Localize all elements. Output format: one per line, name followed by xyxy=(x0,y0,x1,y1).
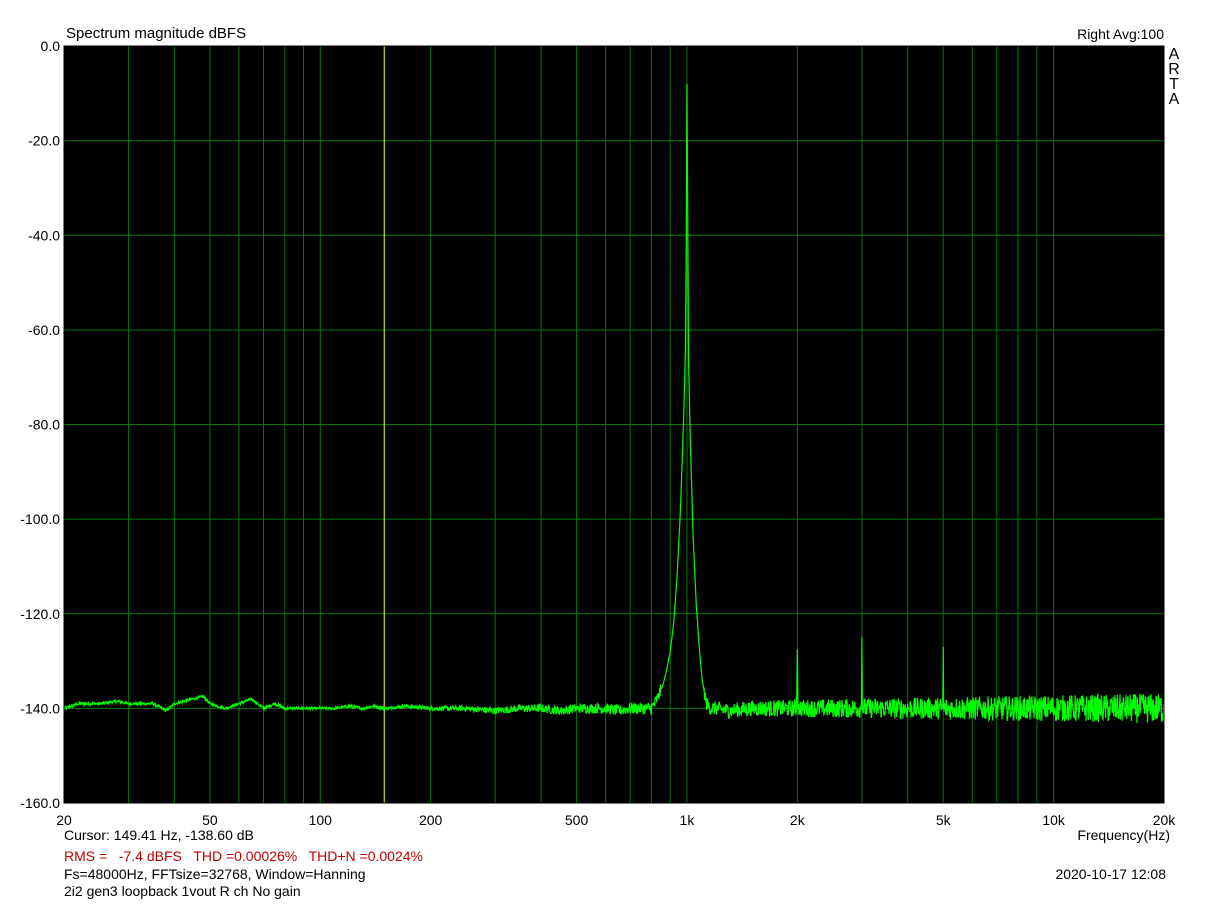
x-axis-tick-labels: 20 50 100 200 500 1k 2k 5k 10k 20k xyxy=(56,812,1176,828)
y-tick-label: -80.0 xyxy=(28,417,60,433)
y-tick-label: -120.0 xyxy=(20,606,60,622)
x-tick-label: 50 xyxy=(202,812,218,828)
x-tick-label: 20k xyxy=(1153,812,1177,828)
x-tick-label: 10k xyxy=(1042,812,1066,828)
y-tick-label: -40.0 xyxy=(28,227,60,243)
x-tick-label: 100 xyxy=(309,812,333,828)
x-tick-label: 20 xyxy=(56,812,72,828)
x-tick-label: 500 xyxy=(565,812,589,828)
x-tick-label: 2k xyxy=(790,812,806,828)
cursor-readout: Cursor: 149.41 Hz, -138.60 dB xyxy=(64,827,254,843)
y-axis-tick-labels: 0.0 -20.0 -40.0 -60.0 -80.0 -100.0 -120.0 -140.… xyxy=(20,38,60,811)
x-tick-label: 200 xyxy=(419,812,443,828)
spectrum-chart[interactable]: 0.0 -20.0 -40.0 -60.0 -80.0 -100.0 -120.0 -140.… xyxy=(0,0,1228,904)
measurement-datetime: 2020-10-17 12:08 xyxy=(1055,866,1166,882)
x-axis-label: Frequency(Hz) xyxy=(1077,827,1170,843)
measurement-note: 2i2 gen3 loopback 1vout R ch No gain xyxy=(64,883,301,899)
y-tick-label: -160.0 xyxy=(20,795,60,811)
y-tick-label: -100.0 xyxy=(20,511,60,527)
x-tick-label: 5k xyxy=(936,812,952,828)
y-tick-label: -20.0 xyxy=(28,133,60,149)
fft-settings: Fs=48000Hz, FFTsize=32768, Window=Hannin… xyxy=(64,866,366,882)
x-tick-label: 1k xyxy=(680,812,696,828)
y-tick-label: -140.0 xyxy=(20,700,60,716)
y-tick-label: 0.0 xyxy=(41,38,61,54)
measurement-summary: RMS = -7.4 dBFS THD =0.00026% THD+N =0.0… xyxy=(64,848,423,864)
y-tick-label: -60.0 xyxy=(28,322,60,338)
